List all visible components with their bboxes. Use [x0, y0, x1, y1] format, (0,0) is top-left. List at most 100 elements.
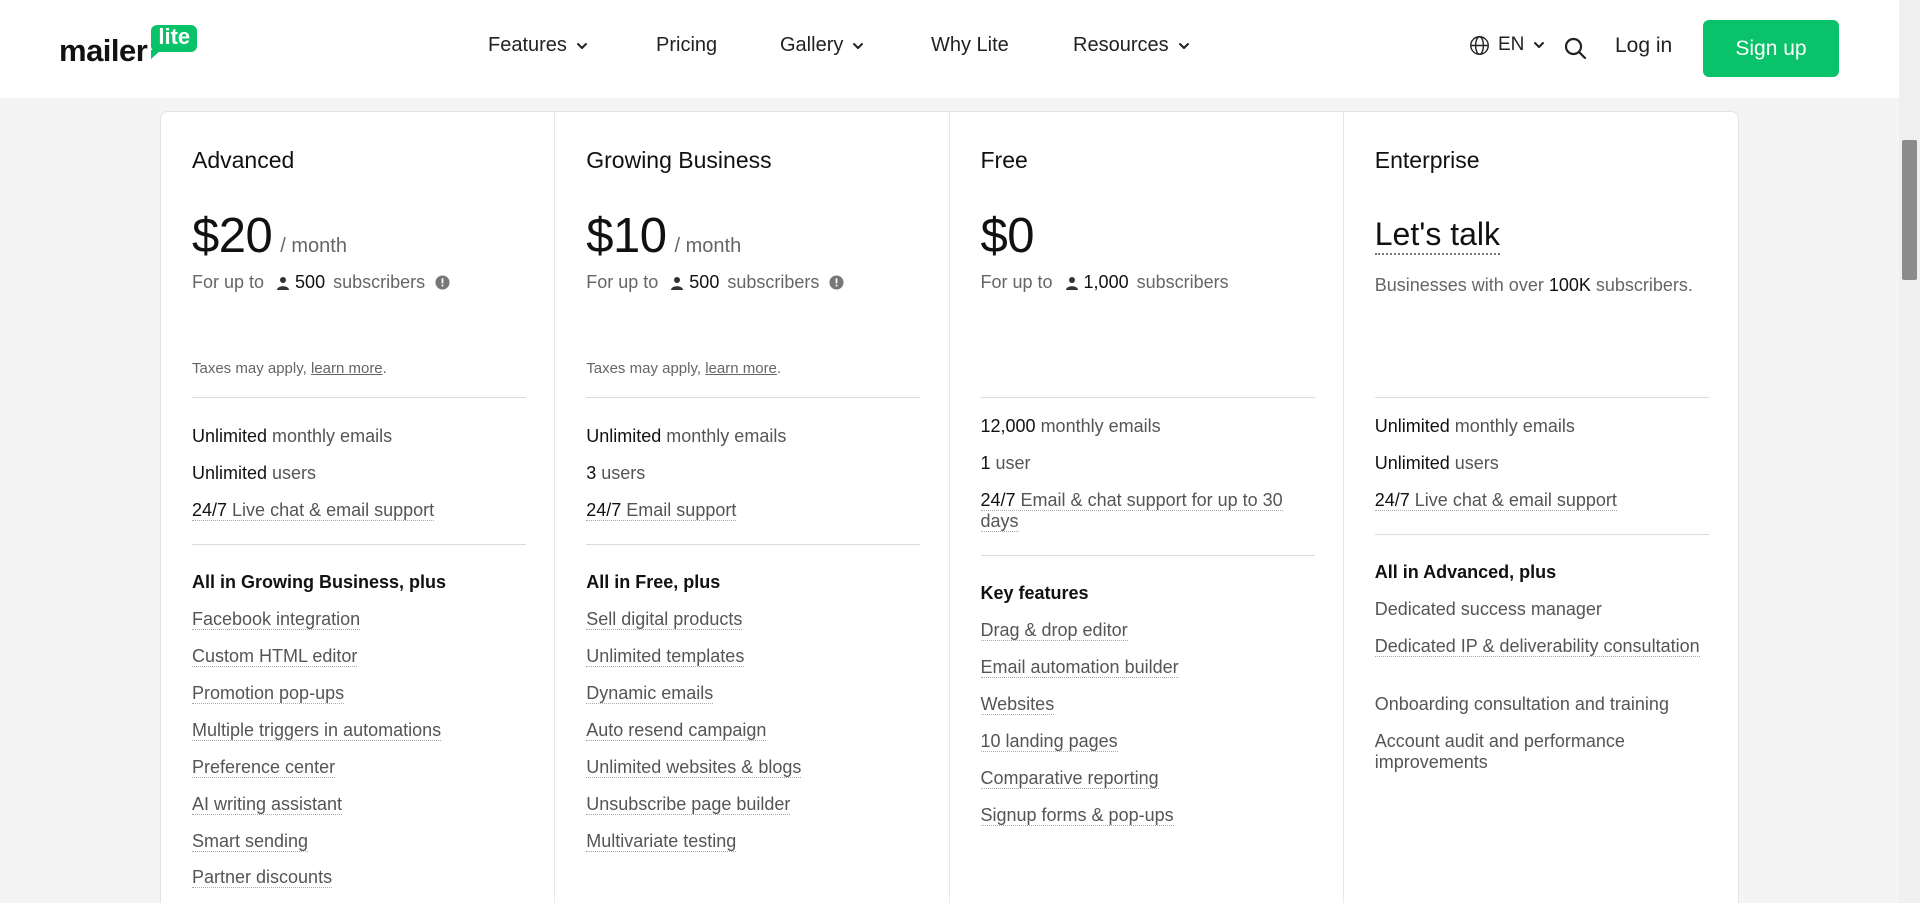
chevron-down-icon [853, 42, 864, 49]
limit-text: users [267, 463, 317, 483]
features-section-title: All in Free, plus [586, 572, 721, 592]
subs-suffix: subscribers [333, 272, 426, 292]
subscriber-limit: For up to 1,000 subscribers [981, 272, 1229, 293]
limit-bold: 24/7 [192, 500, 228, 520]
person-icon [277, 276, 290, 290]
limit-item: Unlimited users [1375, 453, 1499, 474]
limit-text: monthly emails [1035, 416, 1161, 436]
info-icon[interactable] [829, 275, 844, 290]
subs-count: 500 [295, 272, 326, 292]
chevron-down-icon [1534, 42, 1545, 48]
limit-text: Live chat & email support [1409, 490, 1617, 510]
subscriber-limit: For up to 500 subscribers [192, 272, 450, 293]
price-row: $10 / month [586, 208, 741, 264]
plan-free: Free $0 For up to 1,000 subscribers 12,0… [950, 112, 1344, 903]
feature-item[interactable]: Dynamic emails [586, 683, 714, 704]
limit-text: Email support [621, 500, 737, 520]
pricing-plans: Advanced $20 / month For up to 500 subsc… [160, 111, 1739, 903]
limit-item: Unlimited monthly emails [192, 426, 392, 447]
feature-item[interactable]: 10 landing pages [980, 731, 1118, 752]
divider [192, 544, 526, 545]
limit-item[interactable]: 24/7 Live chat & email support [192, 500, 435, 521]
lets-talk-link[interactable]: Let's talk [1374, 216, 1501, 255]
nav-gallery[interactable]: Gallery [780, 34, 865, 57]
nav-pricing[interactable]: Pricing [656, 34, 717, 57]
feature-item[interactable]: Preference center [192, 757, 336, 778]
feature-item[interactable]: Unlimited websites & blogs [586, 757, 802, 778]
feature-item[interactable]: Custom HTML editor [192, 646, 358, 667]
limit-bold: Unlimited [1374, 453, 1450, 473]
chevron-down-icon [1178, 42, 1189, 49]
subscriber-limit: For up to 500 subscribers [586, 272, 844, 293]
nav-why-lite[interactable]: Why Lite [931, 34, 1009, 57]
person-icon [1065, 276, 1078, 290]
feature-item[interactable]: Multivariate testing [586, 831, 737, 852]
feature-item[interactable]: Sell digital products [586, 609, 743, 630]
price-row: $20 / month [192, 208, 347, 264]
limit-item: Unlimited users [192, 463, 316, 484]
feature-item[interactable]: Comparative reporting [980, 768, 1159, 789]
feature-item[interactable]: Signup forms & pop-ups [980, 805, 1174, 826]
plan-name: Advanced [192, 147, 295, 173]
features-section-title: All in Advanced, plus [1374, 562, 1557, 582]
feature-item[interactable]: Unsubscribe page builder [586, 794, 791, 815]
feature-item[interactable]: Unlimited templates [586, 646, 745, 667]
limit-text: user [990, 453, 1031, 473]
limit-bold: Unlimited [1374, 416, 1450, 436]
feature-item: Onboarding consultation and training [1374, 694, 1669, 714]
limit-text: users [596, 463, 646, 483]
feature-item[interactable]: Partner discounts [192, 867, 333, 888]
feature-item[interactable]: AI writing assistant [192, 794, 343, 815]
feature-item[interactable]: Auto resend campaign [586, 720, 767, 741]
subs-prefix: For up to [192, 272, 265, 292]
limit-bold: 1 [980, 453, 991, 473]
feature-item[interactable]: Websites [980, 694, 1055, 715]
plan-price: $20 [192, 209, 273, 263]
limit-bold: Unlimited [192, 463, 268, 483]
plan-price: $0 [980, 209, 1035, 263]
limit-item[interactable]: 24/7 Live chat & email support [1374, 490, 1617, 511]
search-icon[interactable] [1563, 36, 1587, 60]
subs-count: 500 [689, 272, 720, 292]
feature-item[interactable]: Facebook integration [192, 609, 361, 630]
nav-resources[interactable]: Resources [1073, 34, 1191, 57]
page-scrollbar[interactable] [1899, 0, 1920, 903]
login-link[interactable]: Log in [1615, 34, 1672, 58]
feature-item[interactable]: Dedicated IP & deliverability consultati… [1374, 636, 1709, 657]
learn-more-link[interactable]: learn more [705, 360, 777, 377]
feature-item[interactable]: Multiple triggers in automations [192, 720, 442, 741]
subs-suffix: subscribers [727, 272, 820, 292]
globe-icon [1470, 35, 1489, 55]
mailerlite-logo[interactable]: mailer lite [59, 22, 198, 68]
plan-growing-business: Growing Business $10 / month For up to 5… [555, 112, 950, 903]
feature-item[interactable]: Email automation builder [980, 657, 1179, 678]
language-selector[interactable]: EN [1469, 34, 1546, 56]
limit-bold: 24/7 [1374, 490, 1410, 510]
enterprise-description: Businesses with over 100K subscribers. [1374, 275, 1693, 295]
chevron-down-icon [576, 42, 587, 49]
feature-item: Dedicated success manager [1374, 599, 1602, 619]
scrollbar-thumb[interactable] [1902, 140, 1917, 280]
taxes-text: Taxes may apply, [192, 360, 311, 377]
feature-item[interactable]: Drag & drop editor [980, 620, 1128, 641]
price-period: / month [280, 235, 347, 257]
limit-bold: 12,000 [980, 416, 1036, 436]
info-icon[interactable] [435, 275, 450, 290]
divider [586, 544, 921, 545]
nav-gallery-label: Gallery [780, 34, 844, 56]
feature-item[interactable]: Smart sending [192, 831, 309, 852]
limit-item: Unlimited monthly emails [586, 426, 786, 447]
limit-bold: Unlimited [586, 426, 662, 446]
limit-item[interactable]: 24/7 Email & chat support for up to 30 d… [980, 490, 1315, 532]
limit-item: Unlimited monthly emails [1375, 416, 1575, 437]
signup-button[interactable]: Sign up [1703, 20, 1839, 77]
logo-word: mailer [59, 33, 148, 68]
learn-more-link[interactable]: learn more [311, 360, 383, 377]
limit-text: monthly emails [661, 426, 787, 446]
taxes-text: Taxes may apply, [586, 360, 706, 377]
limit-text: users [1449, 453, 1499, 473]
limit-item[interactable]: 24/7 Email support [586, 500, 737, 521]
nav-features[interactable]: Features [488, 34, 589, 57]
nav-features-label: Features [488, 34, 567, 56]
feature-item[interactable]: Promotion pop-ups [192, 683, 345, 704]
